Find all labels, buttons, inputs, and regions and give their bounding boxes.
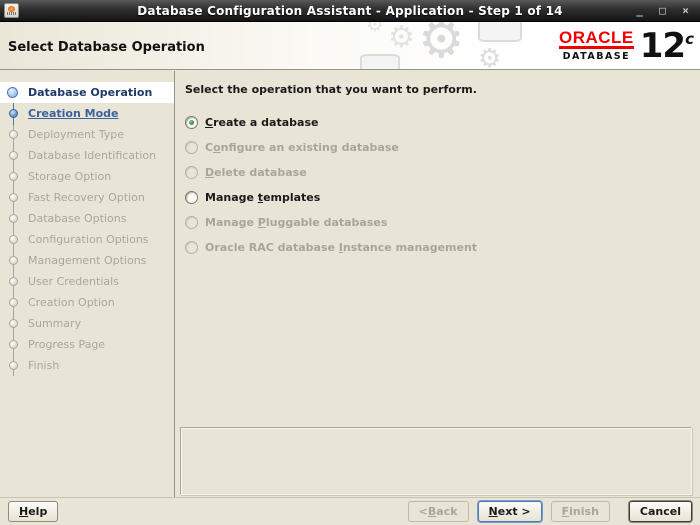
oracle-logo: ORACLE DATABASE 12 c: [532, 22, 700, 69]
sidebar-step-database-options: Database Options: [0, 208, 174, 229]
sidebar-step-user-credentials: User Credentials: [0, 271, 174, 292]
radio-icon: [185, 166, 198, 179]
radio-option-configure-an-existing-database: Configure an existing database: [185, 135, 700, 160]
step-label: Creation Option: [28, 296, 115, 309]
step-node-icon: [9, 214, 18, 223]
gears-artwork: ⚙ ⚙ ⚙ ⚙: [360, 22, 530, 70]
radio-option-manage-templates[interactable]: Manage templates: [185, 185, 700, 210]
radio-option-label: Manage templates: [205, 191, 321, 204]
sidebar-step-creation-mode[interactable]: Creation Mode: [0, 103, 174, 124]
radio-icon[interactable]: [185, 191, 198, 204]
radio-icon: [185, 141, 198, 154]
titlebar: Database Configuration Assistant - Appli…: [0, 0, 700, 22]
radio-option-label: Oracle RAC database Instance management: [205, 241, 478, 254]
version-suffix: c: [685, 29, 694, 48]
step-label: Creation Mode: [28, 107, 119, 120]
radio-option-label: Delete database: [205, 166, 307, 179]
sidebar-step-summary: Summary: [0, 313, 174, 334]
step-label: Database Operation: [28, 86, 153, 99]
oracle-wordmark: ORACLE DATABASE: [558, 27, 634, 62]
window-title: Database Configuration Assistant - Appli…: [137, 3, 563, 18]
sidebar-step-progress-page: Progress Page: [0, 334, 174, 355]
radio-option-label: Create a database: [205, 116, 319, 129]
sidebar-step-configuration-options: Configuration Options: [0, 229, 174, 250]
sidebar-step-creation-option: Creation Option: [0, 292, 174, 313]
minimize-icon[interactable]: _: [633, 5, 646, 16]
gear-icon: ⚙: [478, 44, 502, 70]
radio-option-manage-pluggable-databases: Manage Pluggable databases: [185, 210, 700, 235]
database-cylinder-icon: [478, 22, 522, 42]
navigation-buttons: < Back Next > Finish Cancel: [407, 501, 692, 522]
step-node-icon: [9, 277, 18, 286]
step-label: Summary: [28, 317, 82, 330]
help-button[interactable]: Help: [8, 501, 59, 522]
operation-options: Create a database Configure an existing d…: [185, 110, 700, 260]
radio-option-create-a-database[interactable]: Create a database: [185, 110, 700, 135]
oracle-brand-text: ORACLE: [558, 27, 634, 47]
version-mark: 12 c: [640, 29, 694, 63]
back-button: < Back: [407, 501, 469, 522]
step-label: User Credentials: [28, 275, 119, 288]
finish-button: Finish: [550, 501, 610, 522]
step-label: Storage Option: [28, 170, 112, 183]
step-label: Progress Page: [28, 338, 106, 351]
message-box: [180, 427, 692, 495]
oracle-product-text: DATABASE: [562, 50, 631, 62]
radio-icon: [185, 241, 198, 254]
main-panel: Select the operation that you want to pe…: [175, 71, 700, 497]
step-node-icon: [9, 256, 18, 265]
sidebar-step-database-identification: Database Identification: [0, 145, 174, 166]
sidebar-step-storage-option: Storage Option: [0, 166, 174, 187]
step-list: Database Operation Creation Mode Deploymen…: [0, 82, 174, 376]
instruction-text: Select the operation that you want to pe…: [185, 83, 477, 96]
step-label: Fast Recovery Option: [28, 191, 145, 204]
step-node-icon: [9, 235, 18, 244]
sidebar-step-management-options: Management Options: [0, 250, 174, 271]
next-button[interactable]: Next >: [477, 501, 542, 522]
sidebar-step-deployment-type: Deployment Type: [0, 124, 174, 145]
radio-icon: [185, 216, 198, 229]
wizard-header: Select Database Operation ⚙ ⚙ ⚙ ⚙ ORACLE…: [0, 22, 700, 70]
step-label: Management Options: [28, 254, 147, 267]
sidebar-step-fast-recovery-option: Fast Recovery Option: [0, 187, 174, 208]
step-sidebar: Database Operation Creation Mode Deploymen…: [0, 71, 175, 497]
window-controls: _ □ ×: [633, 5, 700, 16]
radio-dot: [189, 120, 194, 125]
button-bar: Help < Back Next > Finish Cancel: [0, 497, 700, 525]
radio-option-label: Configure an existing database: [205, 141, 399, 154]
step-label: Deployment Type: [28, 128, 125, 141]
step-node-icon: [9, 193, 18, 202]
wizard-body: Database Operation Creation Mode Deploymen…: [0, 71, 700, 497]
sidebar-step-database-operation[interactable]: Database Operation: [0, 82, 174, 103]
page-title: Select Database Operation: [8, 40, 205, 55]
step-label: Database Options: [28, 212, 127, 225]
step-node-icon: [9, 340, 18, 349]
gear-icon: ⚙: [366, 22, 384, 36]
step-node-icon: [9, 109, 18, 118]
step-node-icon: [9, 361, 18, 370]
step-node-icon: [9, 319, 18, 328]
step-node-icon: [9, 172, 18, 181]
step-label: Configuration Options: [28, 233, 149, 246]
database-cylinder-icon: [360, 54, 400, 69]
step-label: Finish: [28, 359, 60, 372]
radio-option-label: Manage Pluggable databases: [205, 216, 388, 229]
close-icon[interactable]: ×: [679, 5, 692, 16]
step-node-icon: [9, 151, 18, 160]
maximize-icon[interactable]: □: [656, 5, 669, 16]
radio-selected-icon[interactable]: [185, 116, 198, 129]
step-node-icon: [9, 298, 18, 307]
sidebar-step-finish: Finish: [0, 355, 174, 376]
step-node-icon: [9, 130, 18, 139]
radio-option-delete-database: Delete database: [185, 160, 700, 185]
step-node-icon: [7, 87, 18, 98]
step-label: Database Identification: [28, 149, 157, 162]
gear-icon: ⚙: [418, 22, 465, 70]
gear-icon: ⚙: [388, 22, 415, 55]
radio-option-oracle-rac-database-instance-management: Oracle RAC database Instance management: [185, 235, 700, 260]
cancel-button[interactable]: Cancel: [628, 501, 692, 522]
version-number: 12: [639, 25, 686, 66]
